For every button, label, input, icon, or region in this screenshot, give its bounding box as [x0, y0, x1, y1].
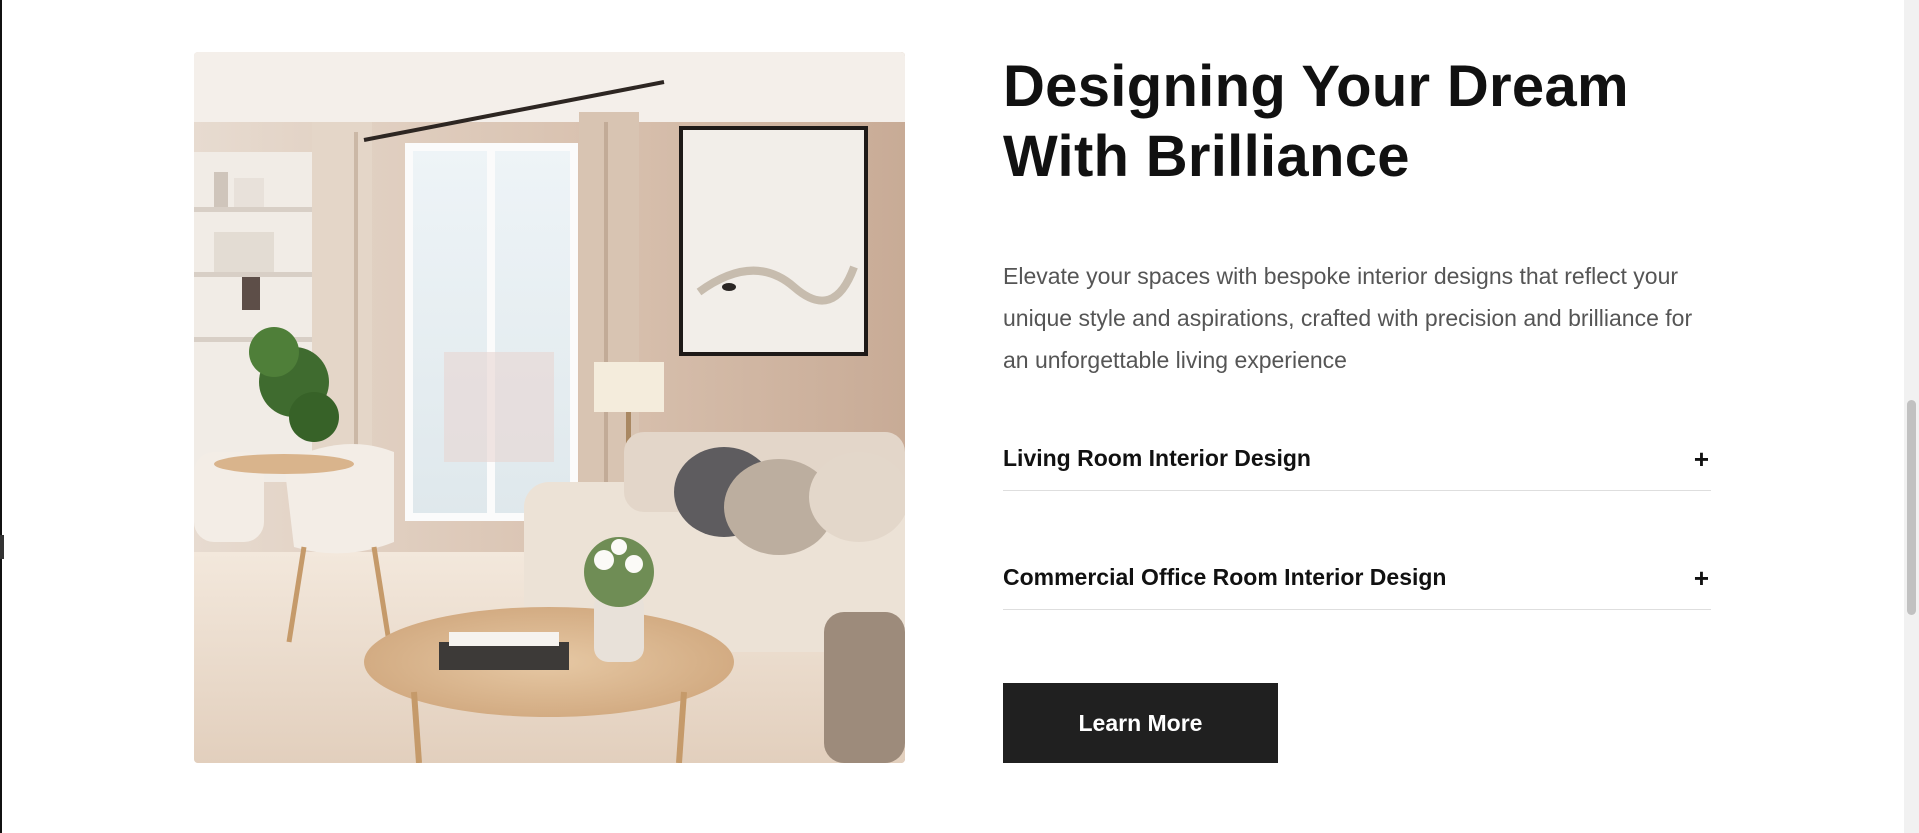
section-title: Designing Your Dream With Brilliance [1003, 54, 1629, 189]
living-room-image [194, 52, 905, 763]
accordion-item-label: Living Room Interior Design [1003, 445, 1311, 471]
section-description: Elevate your spaces with bespoke interio… [1003, 263, 1693, 373]
accordion-item-label: Commercial Office Room Interior Design [1003, 564, 1447, 590]
content-column: Designing Your Dream With Brilliance Ele… [1003, 52, 1711, 610]
accordion-item-commercial-office[interactable]: Commercial Office Room Interior Design + [1003, 546, 1711, 610]
left-edge-marker [0, 535, 4, 559]
scrollbar-thumb[interactable] [1907, 400, 1916, 615]
plus-icon[interactable]: + [1694, 565, 1709, 591]
plus-icon[interactable]: + [1694, 446, 1709, 472]
services-accordion: Living Room Interior Design + Commercial… [1003, 427, 1711, 610]
accordion-item-living-room[interactable]: Living Room Interior Design + [1003, 427, 1711, 491]
vertical-scrollbar[interactable] [1904, 0, 1919, 833]
window-left-edge [0, 0, 2, 833]
learn-more-button[interactable]: Learn More [1003, 683, 1278, 763]
